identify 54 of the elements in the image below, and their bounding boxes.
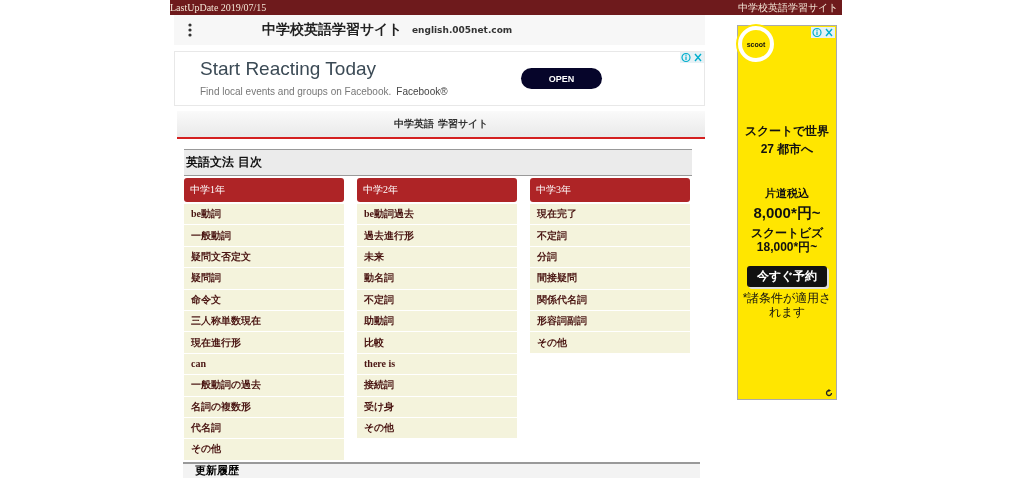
ad-headline: 27 都市へ	[760, 141, 814, 158]
grammar-link[interactable]: be動詞	[184, 204, 344, 225]
grammar-link[interactable]: there is	[357, 353, 517, 375]
grammar-link[interactable]: be動詞過去	[357, 204, 517, 225]
grammar-link[interactable]: 接続詞	[357, 375, 517, 396]
grammar-link[interactable]: 一般動詞	[184, 225, 344, 246]
site-name: 中学校英語学習サイト	[738, 0, 839, 15]
ad-description: Find local events and groups on Facebook.	[200, 86, 392, 97]
grammar-link[interactable]: 三人称単数現在	[184, 310, 344, 332]
grammar-link[interactable]: 疑問文否定文	[184, 246, 344, 268]
section-title: 更新履歴	[183, 461, 700, 478]
ad-headline: スクートで世界	[745, 123, 829, 140]
sub-price: スクートビズ 18,000*円~	[750, 226, 825, 254]
grammar-link[interactable]: 動名詞	[357, 268, 517, 289]
grammar-link[interactable]: その他	[530, 332, 690, 353]
replay-icon[interactable]	[825, 389, 833, 397]
grammar-link[interactable]: その他	[184, 439, 344, 460]
grade-heading: 中学3年	[530, 178, 690, 202]
grade-heading: 中学2年	[357, 178, 517, 202]
grammar-link[interactable]: 関係代名詞	[530, 289, 690, 310]
grammar-link[interactable]: 現在進行形	[184, 332, 344, 353]
section-title: 英語文法 目次	[184, 149, 692, 176]
grammar-link[interactable]: 不定詞	[357, 289, 517, 310]
grammar-link[interactable]: その他	[357, 417, 517, 439]
grammar-link[interactable]: 不定詞	[530, 225, 690, 246]
grammar-link[interactable]: 間接疑問	[530, 268, 690, 289]
grammar-link[interactable]: 名詞の複数形	[184, 396, 344, 417]
grammar-link[interactable]: 過去進行形	[357, 225, 517, 246]
grammar-link[interactable]: 命令文	[184, 289, 344, 310]
price: 8,000*円~	[753, 204, 821, 223]
grammar-link[interactable]: 代名詞	[184, 417, 344, 439]
book-button[interactable]: 今すぐ予約	[747, 266, 827, 287]
grammar-link[interactable]: 受け身	[357, 396, 517, 417]
menu-icon[interactable]	[188, 23, 192, 37]
site-title[interactable]: 中学校英語学習サイト	[262, 21, 402, 39]
banner-ad[interactable]: Start Reacting Today Find local events and groups on Facebook. Facebook® OPEN	[174, 51, 705, 106]
terms-note: *諸条件が適用されます	[741, 291, 833, 319]
ad-advertiser: Facebook®	[396, 86, 448, 97]
grammar-link[interactable]: can	[184, 353, 344, 375]
grammar-link[interactable]: 一般動詞の過去	[184, 375, 344, 396]
ad-headline: Start Reacting Today	[200, 58, 378, 80]
grade-heading: 中学1年	[184, 178, 344, 202]
last-update-date: LastUpDate 2019/07/15	[170, 2, 267, 13]
grammar-link[interactable]: 未来	[357, 246, 517, 268]
price-label: 片道税込	[765, 186, 809, 201]
grammar-link[interactable]: 現在完了	[530, 204, 690, 225]
site-domain: english.005net.com	[412, 25, 513, 35]
grammar-link[interactable]: 分詞	[530, 246, 690, 268]
nav-bar[interactable]: 中学英語 学習サイト	[177, 111, 705, 139]
grammar-link[interactable]: 助動詞	[357, 310, 517, 332]
grammar-link[interactable]: 形容詞副詞	[530, 310, 690, 332]
open-button[interactable]: OPEN	[521, 68, 602, 89]
grammar-link[interactable]: 疑問詞	[184, 268, 344, 289]
grammar-link[interactable]: 比較	[357, 332, 517, 353]
